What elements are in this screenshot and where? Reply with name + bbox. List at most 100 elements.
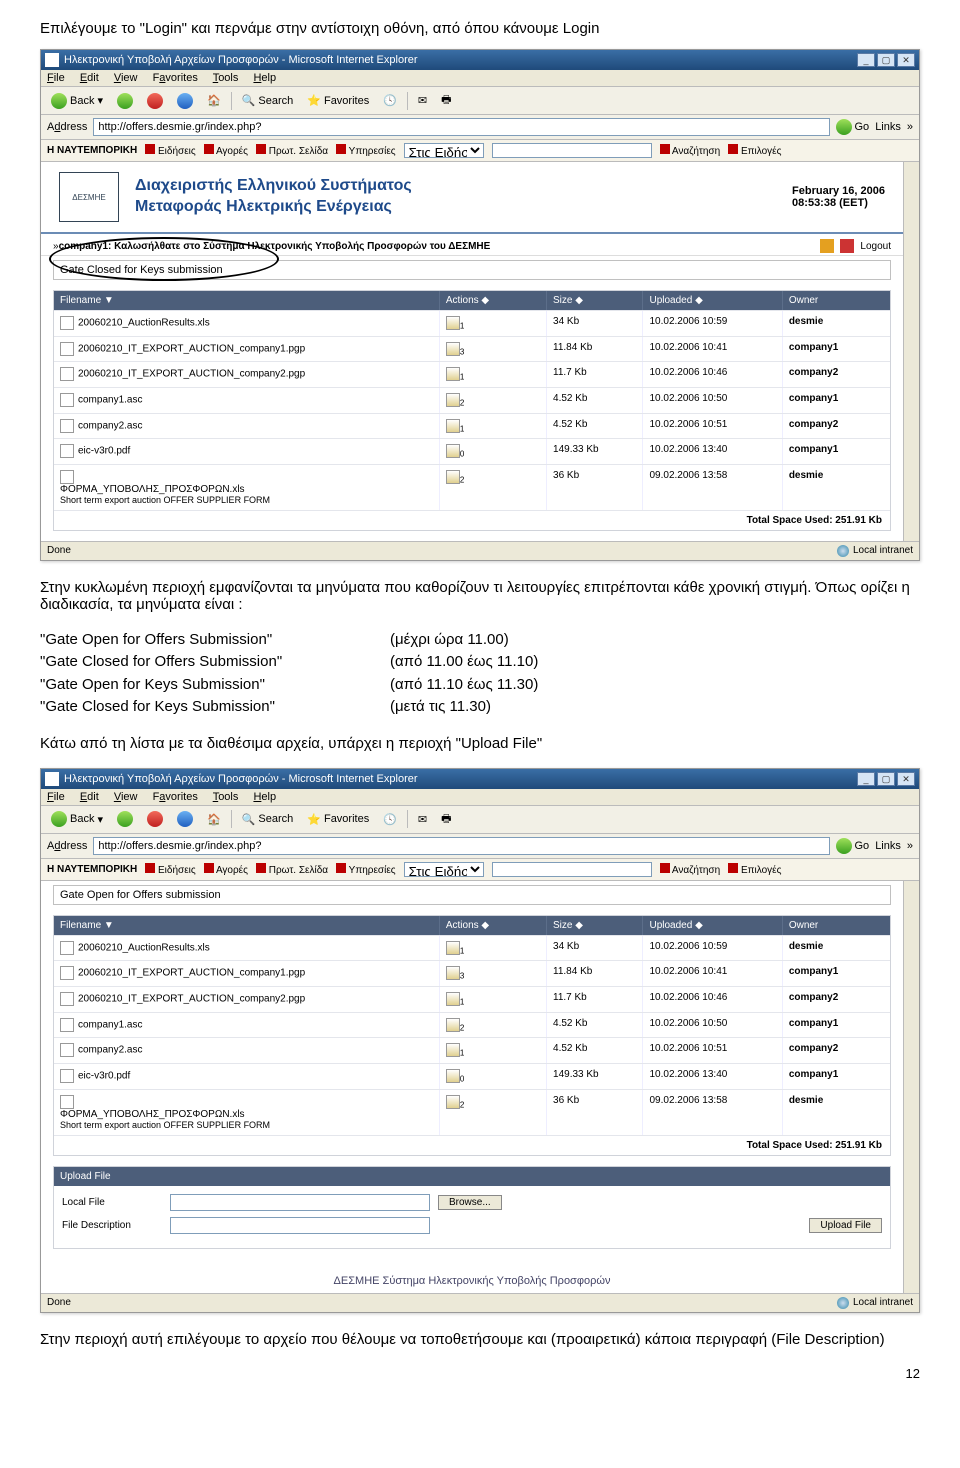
download-icon[interactable]	[446, 393, 460, 407]
mail-button[interactable]: ✉	[414, 812, 431, 827]
history-button[interactable]: 🕓	[379, 812, 401, 827]
file-cell[interactable]: 20060210_AuctionResults.xls	[54, 936, 440, 961]
file-cell[interactable]: 20060210_AuctionResults.xls	[54, 311, 440, 336]
actions-cell[interactable]: 1	[440, 987, 547, 1012]
nav-search-input[interactable]	[492, 143, 652, 158]
menu-help[interactable]: Help	[253, 791, 276, 803]
upload-file-button[interactable]: Upload File	[809, 1218, 882, 1233]
actions-cell[interactable]: 1	[440, 311, 547, 336]
file-cell[interactable]: 20060210_IT_EXPORT_AUCTION_company2.pgp	[54, 362, 440, 387]
col-uploaded[interactable]: Uploaded ◆	[643, 916, 782, 935]
file-cell[interactable]: 20060210_IT_EXPORT_AUCTION_company1.pgp	[54, 337, 440, 362]
download-icon[interactable]	[446, 941, 460, 955]
forward-button[interactable]	[113, 92, 137, 110]
maximize-button[interactable]: ▢	[877, 53, 895, 67]
print-button[interactable]: 🖶	[437, 90, 455, 111]
actions-cell[interactable]: 1	[440, 362, 547, 387]
file-cell[interactable]: company1.asc	[54, 1013, 440, 1038]
actions-cell[interactable]: 1	[440, 936, 547, 961]
col-uploaded[interactable]: Uploaded ◆	[643, 291, 782, 310]
address-input[interactable]	[93, 118, 829, 136]
download-icon[interactable]	[446, 1018, 460, 1032]
actions-cell[interactable]: 1	[440, 1038, 547, 1063]
nav-search[interactable]: Αναζήτηση	[672, 865, 720, 876]
forward-button[interactable]	[113, 810, 137, 828]
address-input[interactable]	[93, 837, 829, 855]
download-icon[interactable]	[446, 1043, 460, 1057]
refresh-button[interactable]	[173, 92, 197, 110]
file-cell[interactable]: ΦΟΡΜΑ_ΥΠΟΒΟΛΗΣ_ΠΡΟΣΦΟΡΩΝ.xlsShort term e…	[54, 1090, 440, 1135]
actions-cell[interactable]: 0	[440, 1064, 547, 1089]
actions-cell[interactable]: 1	[440, 414, 547, 439]
stop-button[interactable]	[143, 92, 167, 110]
download-icon[interactable]	[446, 444, 460, 458]
file-cell[interactable]: company1.asc	[54, 388, 440, 413]
nav-select[interactable]: Στις Ειδήσεις	[404, 862, 484, 877]
back-button[interactable]: Back ▾	[47, 92, 107, 110]
download-icon[interactable]	[446, 1095, 460, 1109]
search-button[interactable]: 🔍 Search	[238, 812, 298, 827]
nav-item[interactable]: Υπηρεσίες	[349, 865, 396, 876]
download-icon[interactable]	[446, 470, 460, 484]
menu-view[interactable]: View	[114, 791, 138, 803]
menu-tools[interactable]: Tools	[213, 72, 239, 84]
file-description-input[interactable]	[170, 1217, 430, 1234]
stop-button[interactable]	[143, 810, 167, 828]
back-button[interactable]: Back ▾	[47, 810, 107, 828]
col-filename[interactable]: Filename ▼	[54, 916, 440, 935]
logout-link[interactable]: Logout	[860, 241, 891, 252]
download-icon[interactable]	[446, 367, 460, 381]
minimize-button[interactable]: _	[857, 53, 875, 67]
search-button[interactable]: 🔍 Search	[238, 93, 298, 108]
vertical-scrollbar[interactable]	[903, 881, 919, 1293]
home-button[interactable]: 🏠	[203, 812, 225, 827]
favorites-button[interactable]: ⭐ Favorites	[303, 93, 373, 108]
menu-file[interactable]: FFileile	[47, 72, 65, 84]
links-label[interactable]: Links	[875, 121, 901, 133]
file-cell[interactable]: ΦΟΡΜΑ_ΥΠΟΒΟΛΗΣ_ΠΡΟΣΦΟΡΩΝ.xlsShort term e…	[54, 465, 440, 510]
col-size[interactable]: Size ◆	[547, 291, 643, 310]
nav-select[interactable]: Στις Ειδήσεις	[404, 143, 484, 158]
file-cell[interactable]: company2.asc	[54, 1038, 440, 1063]
nav-options[interactable]: Επιλογές	[741, 865, 781, 876]
download-icon[interactable]	[446, 992, 460, 1006]
menu-view[interactable]: View	[114, 72, 138, 84]
col-owner[interactable]: Owner	[783, 916, 890, 935]
file-cell[interactable]: company2.asc	[54, 414, 440, 439]
browse-button[interactable]: Browse...	[438, 1195, 502, 1210]
close-button[interactable]: ✕	[897, 772, 915, 786]
actions-cell[interactable]: 0	[440, 439, 547, 464]
file-cell[interactable]: 20060210_IT_EXPORT_AUCTION_company1.pgp	[54, 961, 440, 986]
maximize-button[interactable]: ▢	[877, 772, 895, 786]
menu-tools[interactable]: Tools	[213, 791, 239, 803]
nav-item[interactable]: Αγορές	[216, 146, 248, 157]
go-button[interactable]: Go	[836, 119, 870, 135]
actions-cell[interactable]: 2	[440, 465, 547, 510]
home-icon[interactable]	[820, 239, 834, 253]
menu-favorites[interactable]: Favorites	[153, 791, 198, 803]
help-icon[interactable]	[840, 239, 854, 253]
nav-item[interactable]: Πρωτ. Σελίδα	[269, 865, 328, 876]
menu-help[interactable]: Help	[253, 72, 276, 84]
actions-cell[interactable]: 2	[440, 1090, 547, 1135]
nav-item[interactable]: Υπηρεσίες	[349, 146, 396, 157]
file-cell[interactable]: 20060210_IT_EXPORT_AUCTION_company2.pgp	[54, 987, 440, 1012]
home-button[interactable]: 🏠	[203, 93, 225, 108]
download-icon[interactable]	[446, 316, 460, 330]
favorites-button[interactable]: ⭐ Favorites	[303, 812, 373, 827]
menu-edit[interactable]: Edit	[80, 791, 99, 803]
col-actions[interactable]: Actions ◆	[440, 916, 547, 935]
download-icon[interactable]	[446, 419, 460, 433]
menu-favorites[interactable]: Favorites	[153, 72, 198, 84]
nav-search[interactable]: Αναζήτηση	[672, 146, 720, 157]
nav-item[interactable]: Αγορές	[216, 865, 248, 876]
col-size[interactable]: Size ◆	[547, 916, 643, 935]
vertical-scrollbar[interactable]	[903, 162, 919, 541]
nav-options[interactable]: Επιλογές	[741, 146, 781, 157]
minimize-button[interactable]: _	[857, 772, 875, 786]
nav-item[interactable]: Ειδήσεις	[158, 146, 196, 157]
history-button[interactable]: 🕓	[379, 93, 401, 108]
links-label[interactable]: Links	[875, 840, 901, 852]
download-icon[interactable]	[446, 966, 460, 980]
col-owner[interactable]: Owner	[783, 291, 890, 310]
